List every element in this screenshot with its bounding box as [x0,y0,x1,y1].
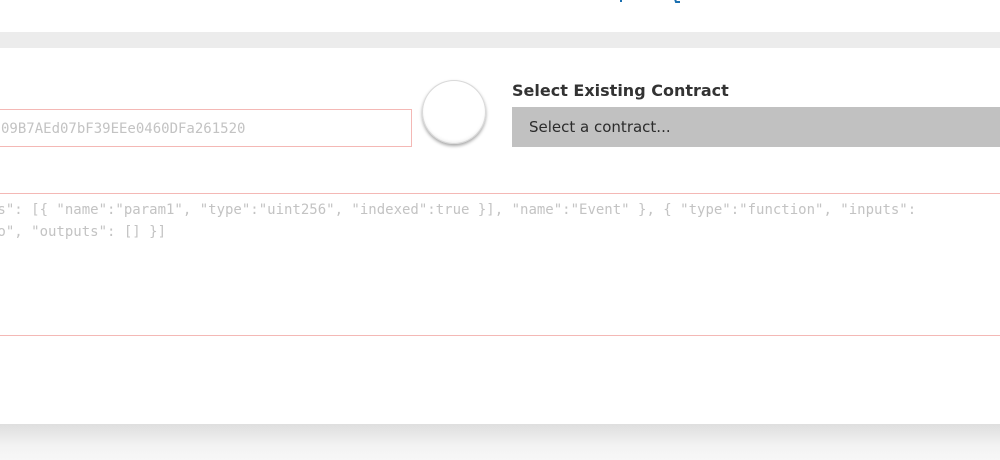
contract-address-input[interactable]: 09B7AEd07bF39EEe0460DFa261520 [0,109,412,147]
top-strip [0,0,1000,32]
bottom-shadow-band [0,424,1000,460]
abi-placeholder-line: ts": [{ "name":"param1", "type":"uint256… [0,202,917,218]
contract-select-value: Select a contract... [529,118,671,136]
contract-select[interactable]: Select a contract... [512,107,1000,147]
select-existing-contract-label: Select Existing Contract [512,81,729,100]
abi-json-textarea[interactable]: ts": [{ "name":"param1", "type":"uint256… [0,193,1000,336]
address-value: 09B7AEd07bF39EEe0460DFa261520 [1,121,246,137]
section-divider [0,32,1000,48]
top-link-fragment-icon[interactable] [618,0,688,4]
abi-placeholder-line: oo", "outputs": [] }] [0,224,167,240]
address-identicon-icon [422,80,486,144]
